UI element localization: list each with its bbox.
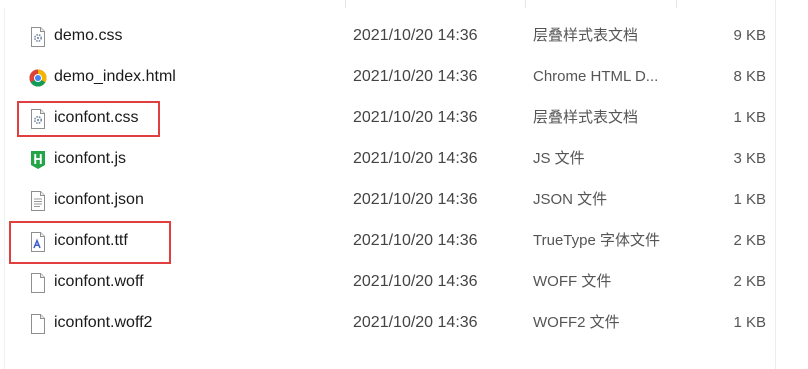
file-row[interactable]: iconfont.ttf 2021/10/20 14:36 TrueType 字… (0, 221, 808, 262)
file-modified-date: 2021/10/20 14:36 (353, 191, 478, 208)
file-row[interactable]: iconfont.json 2021/10/20 14:36 JSON 文件 1… (0, 180, 808, 221)
text-file-icon (29, 191, 47, 211)
file-type: 层叠样式表文档 (533, 27, 639, 44)
file-size: 1 KB (733, 314, 766, 331)
blank-file-icon (29, 314, 47, 334)
file-modified-date: 2021/10/20 14:36 (353, 314, 478, 331)
file-size: 1 KB (733, 191, 766, 208)
file-size: 2 KB (733, 232, 766, 249)
chrome-html-icon (29, 68, 47, 88)
file-type: 层叠样式表文档 (533, 109, 639, 126)
file-size: 9 KB (733, 27, 766, 44)
column-divider[interactable] (345, 0, 346, 8)
file-size: 2 KB (733, 273, 766, 290)
file-type: TrueType 字体文件 (533, 232, 660, 249)
file-name: iconfont.woff2 (54, 314, 153, 331)
file-size: 8 KB (733, 68, 766, 85)
file-row[interactable]: iconfont.js 2021/10/20 14:36 JS 文件 3 KB (0, 139, 808, 180)
file-modified-date: 2021/10/20 14:36 (353, 232, 478, 249)
file-list: demo.css 2021/10/20 14:36 层叠样式表文档 9 KB d… (0, 16, 808, 344)
file-modified-date: 2021/10/20 14:36 (353, 109, 478, 126)
blank-file-icon (29, 273, 47, 293)
column-header-strip (0, 0, 808, 8)
file-modified-date: 2021/10/20 14:36 (353, 27, 478, 44)
file-type: Chrome HTML D... (533, 68, 659, 85)
file-modified-date: 2021/10/20 14:36 (353, 273, 478, 290)
file-name: iconfont.woff (54, 273, 144, 290)
file-type: WOFF 文件 (533, 273, 612, 290)
file-row[interactable]: iconfont.css 2021/10/20 14:36 层叠样式表文档 1 … (0, 98, 808, 139)
file-modified-date: 2021/10/20 14:36 (353, 150, 478, 167)
file-name: iconfont.ttf (54, 232, 128, 249)
css-file-icon (29, 27, 47, 47)
column-divider[interactable] (525, 0, 526, 8)
file-type: WOFF2 文件 (533, 314, 620, 331)
file-row[interactable]: demo.css 2021/10/20 14:36 层叠样式表文档 9 KB (0, 16, 808, 57)
file-size: 1 KB (733, 109, 766, 126)
file-row[interactable]: iconfont.woff2 2021/10/20 14:36 WOFF2 文件… (0, 303, 808, 344)
file-name: iconfont.css (54, 109, 139, 126)
font-file-icon (29, 232, 47, 252)
file-modified-date: 2021/10/20 14:36 (353, 68, 478, 85)
js-file-icon (29, 150, 47, 170)
file-name: iconfont.js (54, 150, 127, 167)
file-type: JS 文件 (533, 150, 585, 167)
file-name: demo_index.html (54, 68, 176, 85)
file-row[interactable]: demo_index.html 2021/10/20 14:36 Chrome … (0, 57, 808, 98)
file-row[interactable]: iconfont.woff 2021/10/20 14:36 WOFF 文件 2… (0, 262, 808, 303)
file-name: demo.css (54, 27, 123, 44)
file-size: 3 KB (733, 150, 766, 167)
column-divider[interactable] (676, 0, 677, 8)
file-name: iconfont.json (54, 191, 144, 208)
css-file-icon (29, 109, 47, 129)
file-type: JSON 文件 (533, 191, 608, 208)
